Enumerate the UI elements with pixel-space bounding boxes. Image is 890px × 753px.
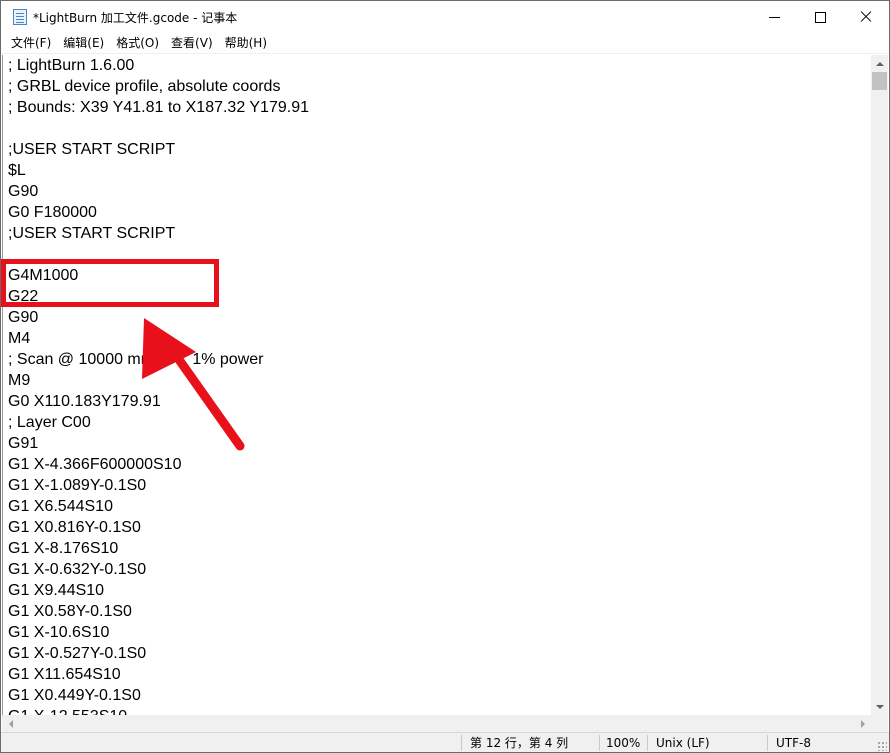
menu-format[interactable]: 格式(O)	[110, 33, 165, 53]
scrollbar-corner	[871, 715, 888, 732]
text-line[interactable]: G1 X-12.553S10	[8, 706, 127, 715]
text-line[interactable]: G1 X6.544S10	[8, 496, 113, 517]
text-line[interactable]: M4	[8, 328, 30, 349]
text-line[interactable]: ; GRBL device profile, absolute coords	[8, 76, 280, 97]
vertical-scroll-thumb[interactable]	[872, 72, 887, 90]
encoding: UTF-8	[776, 736, 811, 750]
text-line[interactable]: ; LightBurn 1.6.00	[8, 55, 134, 76]
text-line[interactable]: ;USER START SCRIPT	[8, 139, 175, 160]
text-line[interactable]: G1 X9.44S10	[8, 580, 104, 601]
status-divider	[647, 735, 648, 751]
menu-help[interactable]: 帮助(H)	[219, 33, 273, 53]
text-line[interactable]: G90	[8, 181, 38, 202]
text-line[interactable]: ; Bounds: X39 Y41.81 to X187.32 Y179.91	[8, 97, 309, 118]
text-line[interactable]: M9	[8, 370, 30, 391]
zoom-level: 100%	[606, 736, 641, 750]
title-bar[interactable]: *LightBurn 加工文件.gcode - 记事本	[1, 1, 889, 33]
horizontal-scrollbar[interactable]	[2, 715, 871, 732]
status-bar: 第 12 行，第 4 列 100% Unix (LF) UTF-8	[1, 732, 889, 752]
text-editor[interactable]: ; LightBurn 1.6.00; GRBL device profile,…	[2, 55, 871, 715]
arrow-down-icon	[875, 704, 884, 709]
resize-grip-icon[interactable]	[877, 741, 887, 751]
window-title: *LightBurn 加工文件.gcode - 记事本	[33, 11, 238, 25]
scroll-left-button[interactable]	[2, 715, 19, 732]
scroll-down-button[interactable]	[871, 698, 888, 715]
text-line[interactable]: G1 X-8.176S10	[8, 538, 118, 559]
text-line[interactable]: G90	[8, 307, 38, 328]
text-line[interactable]: G1 X-10.6S10	[8, 622, 109, 643]
arrow-left-icon	[8, 719, 13, 728]
text-line[interactable]: G0 F180000	[8, 202, 97, 223]
text-line[interactable]: G1 X-1.089Y-0.1S0	[8, 475, 146, 496]
text-line[interactable]: G1 X0.449Y-0.1S0	[8, 685, 141, 706]
text-line[interactable]: G1 X-4.366F600000S10	[8, 454, 181, 475]
maximize-button[interactable]	[797, 1, 843, 33]
scroll-right-button[interactable]	[854, 715, 871, 732]
text-line[interactable]: G1 X0.816Y-0.1S0	[8, 517, 141, 538]
text-line[interactable]: G1 X-0.527Y-0.1S0	[8, 643, 146, 664]
text-line[interactable]: G1 X11.654S10	[8, 664, 121, 685]
scroll-up-button[interactable]	[871, 55, 888, 72]
text-line[interactable]: G1 X0.58Y-0.1S0	[8, 601, 132, 622]
text-line[interactable]: ; Layer C00	[8, 412, 91, 433]
maximize-icon	[814, 11, 826, 23]
notepad-icon	[13, 9, 27, 25]
status-divider	[461, 735, 462, 751]
text-line[interactable]: G91	[8, 433, 38, 454]
menu-file[interactable]: 文件(F)	[5, 33, 57, 53]
text-line[interactable]: G0 X110.183Y179.91	[8, 391, 161, 412]
menu-view[interactable]: 查看(V)	[165, 33, 219, 53]
text-line[interactable]: $L	[8, 160, 26, 181]
menu-separator	[1, 53, 889, 54]
close-button[interactable]	[843, 1, 889, 33]
line-ending: Unix (LF)	[656, 736, 710, 750]
highlight-annotation-box	[1, 259, 219, 307]
status-divider	[599, 735, 600, 751]
cursor-position: 第 12 行，第 4 列	[470, 736, 569, 750]
arrow-up-icon	[875, 61, 884, 66]
notepad-window: *LightBurn 加工文件.gcode - 记事本 文件(F) 编辑(E) …	[0, 0, 890, 753]
text-line[interactable]: ;USER START SCRIPT	[8, 223, 175, 244]
vertical-scrollbar[interactable]	[871, 55, 888, 715]
text-line[interactable]: G1 X-0.632Y-0.1S0	[8, 559, 146, 580]
minimize-button[interactable]	[751, 1, 797, 33]
status-divider	[767, 735, 768, 751]
menu-edit[interactable]: 编辑(E)	[57, 33, 110, 53]
menu-bar: 文件(F) 编辑(E) 格式(O) 查看(V) 帮助(H)	[1, 33, 889, 53]
text-line[interactable]: ; Scan @ 10000 mm/sec, 1% power	[8, 349, 263, 370]
minimize-icon	[768, 16, 780, 18]
close-icon	[860, 11, 872, 23]
arrow-right-icon	[860, 719, 865, 728]
